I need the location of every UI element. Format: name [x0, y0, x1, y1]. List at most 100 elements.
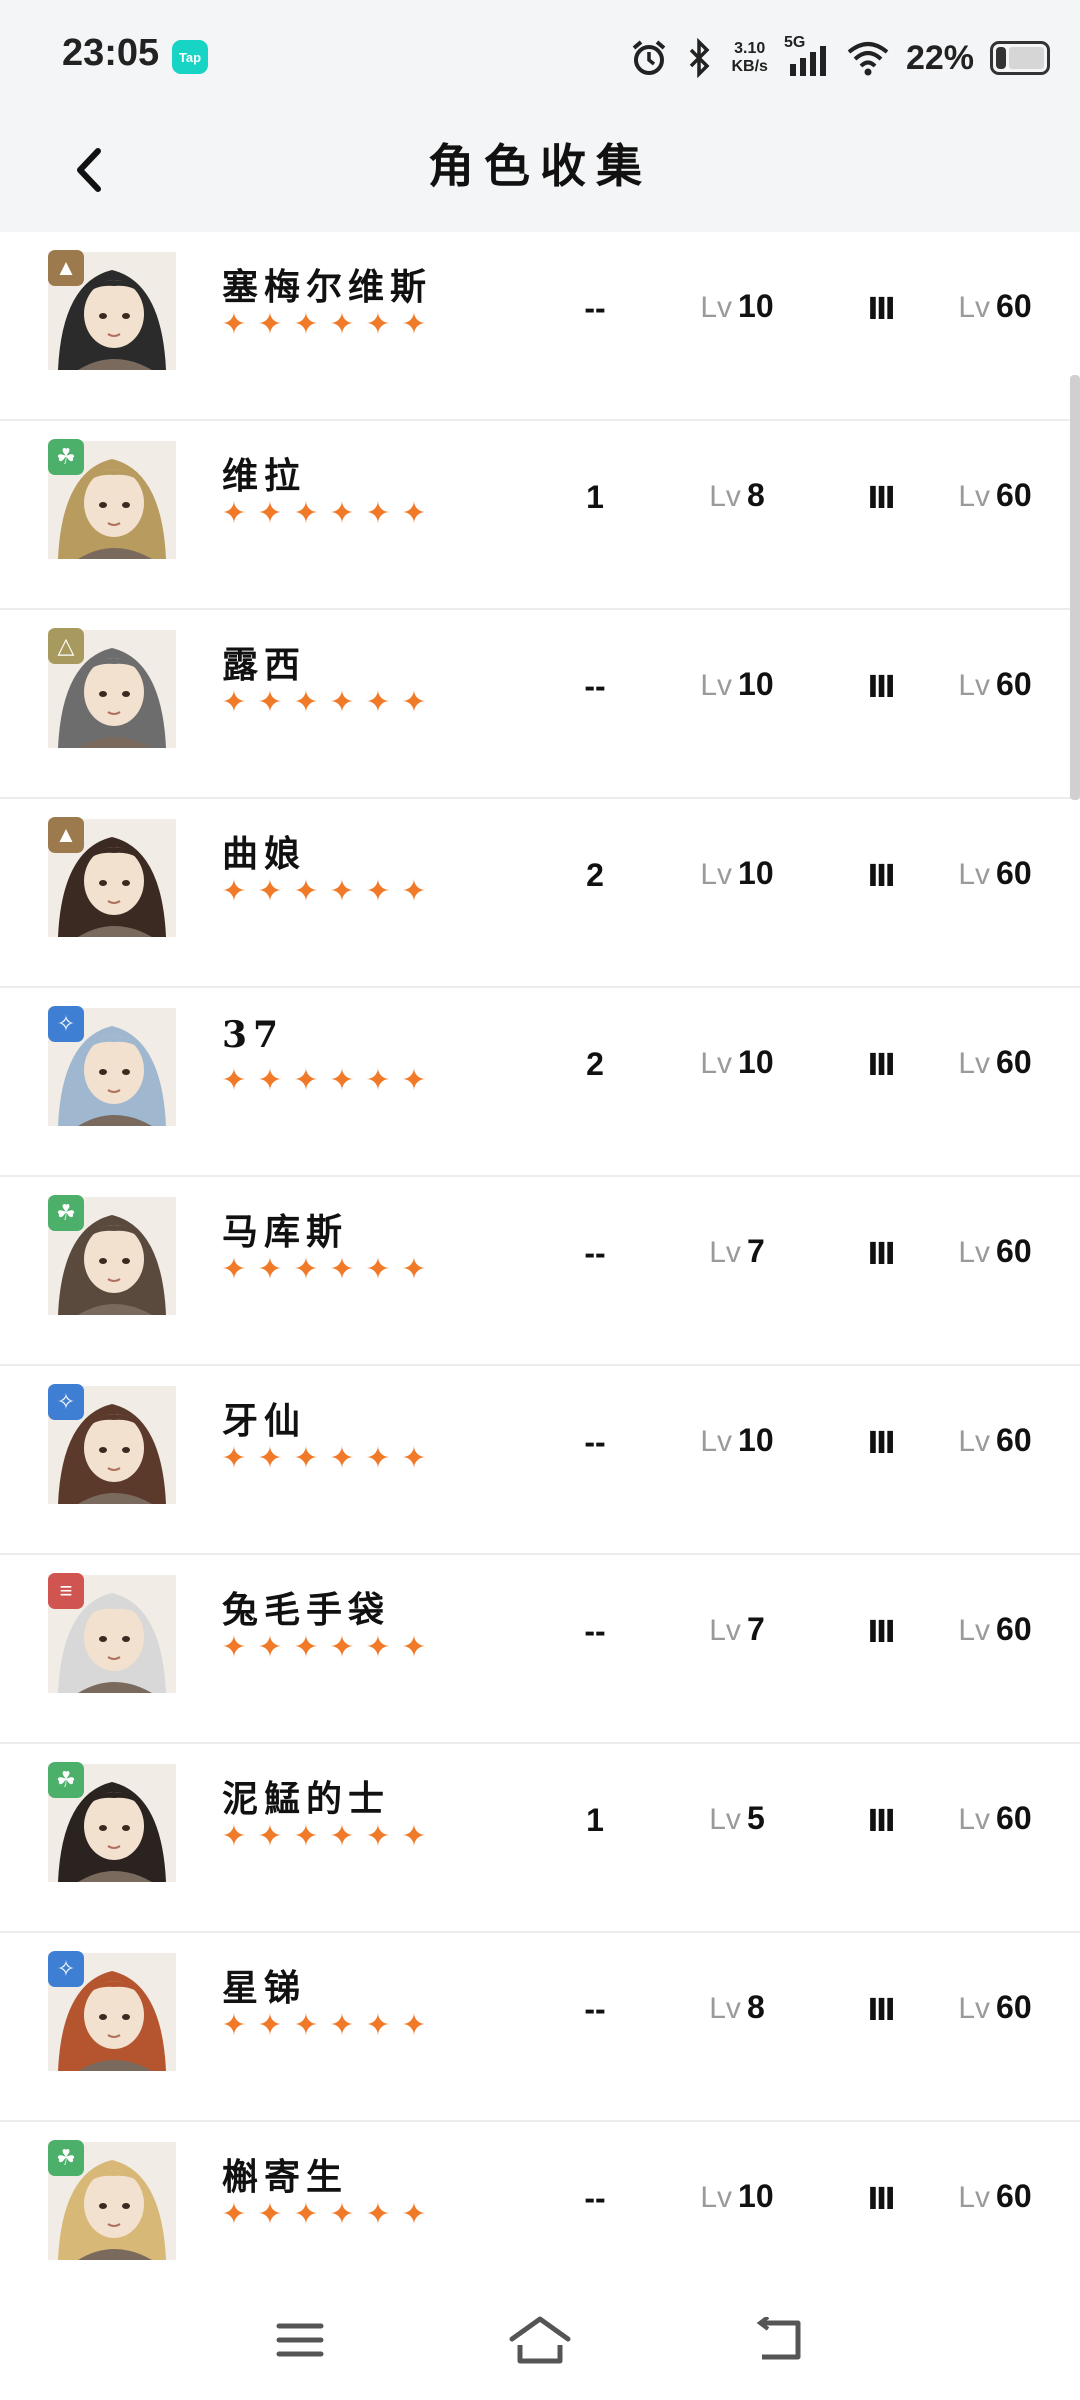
character-name: 露西 [222, 644, 307, 686]
star-icon: ✦ [257, 2198, 283, 2231]
star-icon: ✦ [329, 875, 355, 908]
star-icon: ✦ [365, 1253, 391, 1286]
element-badge-icon: ✧ [48, 1006, 84, 1042]
element-badge-icon: ☘ [48, 1195, 84, 1231]
star-icon: ✦ [365, 2009, 391, 2042]
element-badge-icon: ☘ [48, 1762, 84, 1798]
character-row[interactable]: ☘ 维拉 ✦ ✦ ✦ ✦ ✦ ✦ 1 Lv 8 Ⅲ Lv 60 [0, 421, 1080, 610]
star-icon: ✦ [329, 1820, 355, 1853]
star-icon: ✦ [293, 497, 319, 530]
max-level: Lv 60 [958, 1611, 1032, 1647]
character-name: 塞梅尔维斯 [222, 266, 433, 308]
duplicate-count: 1 [586, 1802, 604, 1838]
rarity-stars: ✦ ✦ ✦ ✦ ✦ ✦ [218, 877, 430, 907]
star-icon: ✦ [257, 2009, 283, 2042]
rarity-stars: ✦ ✦ ✦ ✦ ✦ ✦ [218, 499, 430, 529]
max-level: Lv 60 [958, 1044, 1032, 1080]
star-icon: ✦ [221, 1253, 247, 1286]
star-icon: ✦ [365, 497, 391, 530]
max-level: Lv 60 [958, 1800, 1032, 1836]
rarity-stars: ✦ ✦ ✦ ✦ ✦ ✦ [218, 1444, 430, 1474]
star-icon: ✦ [365, 1064, 391, 1097]
star-icon: ✦ [293, 1064, 319, 1097]
star-icon: ✦ [329, 1442, 355, 1475]
character-name: 泥鯭的士 [222, 1778, 391, 1820]
home-button[interactable] [500, 2300, 580, 2380]
insight-rank: Ⅲ [867, 1616, 895, 1649]
scrollbar[interactable] [1070, 375, 1080, 800]
rarity-stars: ✦ ✦ ✦ ✦ ✦ ✦ [218, 1255, 430, 1285]
duplicate-count: -- [584, 668, 606, 704]
element-badge-icon: ☘ [48, 439, 84, 475]
star-icon: ✦ [293, 875, 319, 908]
max-level: Lv 60 [958, 1233, 1032, 1269]
star-icon: ✦ [365, 1820, 391, 1853]
insight-rank: Ⅲ [867, 860, 895, 893]
back-nav-button[interactable] [740, 2300, 820, 2380]
insight-rank: Ⅲ [867, 1805, 895, 1838]
duplicate-count: -- [584, 1613, 606, 1649]
current-level: Lv 7 [709, 1611, 765, 1647]
wifi-icon [847, 42, 889, 76]
star-icon: ✦ [221, 1631, 247, 1664]
star-icon: ✦ [293, 1442, 319, 1475]
character-row[interactable]: ☘ 马库斯 ✦ ✦ ✦ ✦ ✦ ✦ -- Lv 7 Ⅲ Lv 60 [0, 1177, 1080, 1366]
character-name: 星锑 [222, 1967, 307, 2009]
star-icon: ✦ [257, 1064, 283, 1097]
bluetooth-icon [690, 38, 710, 78]
character-row[interactable]: ✧ 星锑 ✦ ✦ ✦ ✦ ✦ ✦ -- Lv 8 Ⅲ Lv 60 [0, 1933, 1080, 2122]
star-icon: ✦ [329, 1253, 355, 1286]
current-level: Lv 5 [709, 1800, 765, 1836]
star-icon: ✦ [365, 2198, 391, 2231]
character-row[interactable]: ▲ 塞梅尔维斯 ✦ ✦ ✦ ✦ ✦ ✦ -- Lv 10 Ⅲ Lv 60 [0, 232, 1080, 421]
insight-rank: Ⅲ [867, 1049, 895, 1082]
cellular-signal-icon: 5G [784, 34, 830, 78]
current-level: Lv 8 [709, 477, 765, 513]
rarity-stars: ✦ ✦ ✦ ✦ ✦ ✦ [218, 1633, 430, 1663]
current-level: Lv 10 [700, 666, 774, 702]
rarity-stars: ✦ ✦ ✦ ✦ ✦ ✦ [218, 1066, 430, 1096]
star-icon: ✦ [329, 686, 355, 719]
current-level: Lv 7 [709, 1233, 765, 1269]
star-icon: ✦ [293, 308, 319, 341]
character-row[interactable]: ▲ 曲娘 ✦ ✦ ✦ ✦ ✦ ✦ 2 Lv 10 Ⅲ Lv 60 [0, 799, 1080, 988]
star-icon: ✦ [329, 1631, 355, 1664]
star-icon: ✦ [329, 1064, 355, 1097]
star-icon: ✦ [293, 1820, 319, 1853]
star-icon: ✦ [365, 686, 391, 719]
star-icon: ✦ [221, 1820, 247, 1853]
return-icon [756, 2317, 801, 2360]
star-icon: ✦ [329, 497, 355, 530]
star-icon: ✦ [401, 1442, 427, 1475]
character-row[interactable]: ☘ 泥鯭的士 ✦ ✦ ✦ ✦ ✦ ✦ 1 Lv 5 Ⅲ Lv 60 [0, 1744, 1080, 1933]
character-row[interactable]: △ 露西 ✦ ✦ ✦ ✦ ✦ ✦ -- Lv 10 Ⅲ Lv 60 [0, 610, 1080, 799]
star-icon: ✦ [221, 1064, 247, 1097]
character-row[interactable]: ✧ 37 ✦ ✦ ✦ ✦ ✦ ✦ 2 Lv 10 Ⅲ Lv 60 [0, 988, 1080, 1177]
star-icon: ✦ [401, 2009, 427, 2042]
star-icon: ✦ [257, 497, 283, 530]
character-name: 马库斯 [222, 1211, 349, 1253]
current-level: Lv 8 [709, 1989, 765, 2025]
status-bar: 23:05 Tap 3.10 KB/s 5G 22% [0, 0, 1080, 110]
battery-icon [990, 41, 1050, 75]
star-icon: ✦ [293, 2009, 319, 2042]
star-icon: ✦ [221, 2009, 247, 2042]
current-level: Lv 10 [700, 1422, 774, 1458]
star-icon: ✦ [365, 1631, 391, 1664]
star-icon: ✦ [293, 686, 319, 719]
duplicate-count: -- [584, 290, 606, 326]
star-icon: ✦ [401, 308, 427, 341]
page-header: 角色收集 [0, 110, 1080, 232]
character-row[interactable]: ≡ 兔毛手袋 ✦ ✦ ✦ ✦ ✦ ✦ -- Lv 7 Ⅲ Lv 60 [0, 1555, 1080, 1744]
character-row[interactable]: ✧ 牙仙 ✦ ✦ ✦ ✦ ✦ ✦ -- Lv 10 Ⅲ Lv 60 [0, 1366, 1080, 1555]
max-level: Lv 60 [958, 1422, 1032, 1458]
star-icon: ✦ [257, 308, 283, 341]
menu-button[interactable] [260, 2300, 340, 2380]
insight-rank: Ⅲ [867, 1238, 895, 1271]
element-badge-icon: ☘ [48, 2140, 84, 2176]
duplicate-count: -- [584, 1991, 606, 2027]
star-icon: ✦ [401, 875, 427, 908]
character-name: 牙仙 [222, 1400, 307, 1442]
insight-rank: Ⅲ [867, 1994, 895, 2027]
insight-rank: Ⅲ [867, 1427, 895, 1460]
